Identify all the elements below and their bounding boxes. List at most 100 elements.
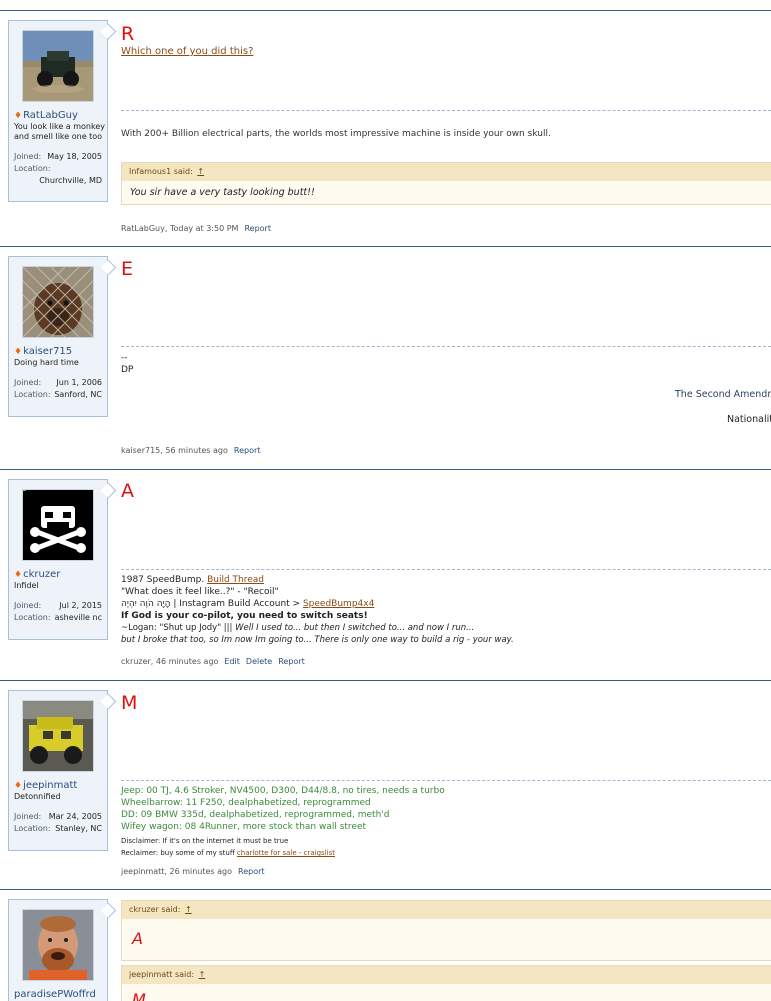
location-value[interactable]: Stanley, NC xyxy=(55,823,102,835)
signature-line-6: Reclaimer: buy some of my stuff charlott… xyxy=(121,848,335,858)
post-ratlabguy: ♦RatLabGuy You look like a monkey and sm… xyxy=(0,10,771,247)
report-link[interactable]: Report xyxy=(244,224,271,233)
joined-value: Jul 2, 2015 xyxy=(59,601,102,610)
report-link[interactable]: Report xyxy=(234,446,261,455)
joined-label: Joined: xyxy=(14,601,42,610)
signature-text: With 200+ Billion electrical parts, the … xyxy=(121,129,551,139)
quote-author: ckruzer said: xyxy=(129,905,181,914)
edit-link[interactable]: Edit xyxy=(224,657,240,666)
user-info: Joined: Mar 24, 2005 Location: Stanley, … xyxy=(14,811,102,835)
post-meta: kaiser715, 56 minutes ago Report xyxy=(121,446,260,455)
signature-divider xyxy=(121,780,771,781)
username[interactable]: ♦kaiser715 xyxy=(14,346,107,357)
user-title: Detonnified xyxy=(14,792,61,801)
username[interactable]: ♦jeepinmatt xyxy=(14,780,107,791)
username-text[interactable]: RatLabGuy xyxy=(23,110,78,121)
joined-row: Joined: Jun 1, 2006 xyxy=(14,377,102,389)
quote-block: Infamous1 said: ↑ You sir have a very ta… xyxy=(121,162,771,205)
joined-value: Jun 1, 2006 xyxy=(56,378,102,387)
post-author-date[interactable]: RatLabGuy, Today at 3:50 PM xyxy=(121,224,238,233)
report-link[interactable]: Report xyxy=(278,657,305,666)
signature-line-4: If God is your co-pilot, you need to swi… xyxy=(121,611,368,621)
quote-text: You sir have a very tasty looking butt!! xyxy=(122,181,771,204)
username[interactable]: paradisePWoffrd xyxy=(14,989,107,1000)
post-author-date[interactable]: ckruzer, 46 minutes ago xyxy=(121,657,218,666)
instagram-link[interactable]: SpeedBump4x4 xyxy=(303,599,374,609)
signature-line-1-text: 1987 SpeedBump. xyxy=(121,575,208,585)
location-label: Location: xyxy=(14,390,51,399)
flame-icon: ♦ xyxy=(14,347,23,357)
avatar[interactable] xyxy=(22,700,94,772)
location-row: Location: asheville nc xyxy=(14,612,102,624)
username[interactable]: ♦RatLabGuy xyxy=(14,110,107,121)
username-text[interactable]: jeepinmatt xyxy=(23,780,77,791)
username[interactable]: ♦ckruzer xyxy=(14,569,107,580)
signature-line-4: Wifey wagon: 08 4Runner, more stock than… xyxy=(121,822,367,832)
avatar-image xyxy=(23,267,93,337)
avatar[interactable] xyxy=(22,266,94,338)
delete-link[interactable]: Delete xyxy=(246,657,272,666)
location-row: Location: xyxy=(14,163,102,175)
location-row: Location: Sanford, NC xyxy=(14,389,102,401)
quote-block-1: ckruzer said: ↑ A xyxy=(121,900,771,961)
post-kaiser715: ♦kaiser715 Doing hard time Joined: Jun 1… xyxy=(0,246,771,470)
post-jeepinmatt: ♦jeepinmatt Detonnified Joined: Mar 24, … xyxy=(0,680,771,890)
signature-dp: DP xyxy=(121,365,134,375)
quote-author: jeepinmatt said: xyxy=(129,970,195,979)
quote-header: ckruzer said: ↑ xyxy=(122,901,771,919)
build-thread-link[interactable]: Build Thread xyxy=(207,575,264,585)
user-info-panel: ♦kaiser715 Doing hard time Joined: Jun 1… xyxy=(8,256,108,417)
quote-jump-link[interactable]: ↑ xyxy=(197,167,204,176)
user-title: Doing hard time xyxy=(14,358,79,367)
signature-line-2: "What does it feel like..?" - "Recoil" xyxy=(121,587,279,597)
joined-row: Joined: May 18, 2005 xyxy=(14,151,102,163)
post-meta: RatLabGuy, Today at 3:50 PM Report xyxy=(121,224,271,233)
signature-line-5: Disclaimer: If it's on the internet it m… xyxy=(121,837,289,845)
signature-line-2: Wheelbarrow: 11 F250, dealphabetized, re… xyxy=(121,798,371,808)
user-title: You look like a monkey and smell like on… xyxy=(14,122,105,141)
post-author-date[interactable]: jeepinmatt, 26 minutes ago xyxy=(121,867,232,876)
post-meta: ckruzer, 46 minutes ago Edit Delete Report xyxy=(121,657,305,666)
craigslist-link[interactable]: charlotte for sale - craigslist xyxy=(237,849,335,857)
user-info-panel: paradisePWoffrd xyxy=(8,899,108,1001)
joined-value: May 18, 2005 xyxy=(47,152,102,161)
user-info: Joined: May 18, 2005 Location: Churchvil… xyxy=(14,151,102,187)
signature-nationality: Nationalit xyxy=(727,414,771,425)
location-value[interactable]: Churchville, MD xyxy=(14,175,102,187)
user-info-panel: ♦RatLabGuy You look like a monkey and sm… xyxy=(8,20,108,202)
flame-icon: ♦ xyxy=(14,781,23,791)
flame-icon: ♦ xyxy=(14,111,23,121)
location-value[interactable]: Sanford, NC xyxy=(54,389,102,401)
username-text[interactable]: paradisePWoffrd xyxy=(14,989,96,1000)
signature-line-5: ~Logan: "Shut up Jody" ||| Well I used t… xyxy=(121,622,474,635)
user-info-panel: ♦jeepinmatt Detonnified Joined: Mar 24, … xyxy=(8,690,108,851)
avatar-image xyxy=(23,701,93,771)
signature-divider xyxy=(121,569,771,570)
joined-row: Joined: Mar 24, 2005 xyxy=(14,811,102,823)
location-value[interactable]: asheville nc xyxy=(55,612,102,624)
signature-line-5-italic: Well I used to... but then I switched to… xyxy=(235,623,475,633)
post-author-date[interactable]: kaiser715, 56 minutes ago xyxy=(121,446,228,455)
quote-text: M xyxy=(122,984,771,1001)
quote-jump-link[interactable]: ↑ xyxy=(199,970,206,979)
quote-header: Infamous1 said: ↑ xyxy=(122,163,771,181)
avatar[interactable] xyxy=(22,489,94,561)
username-text[interactable]: kaiser715 xyxy=(23,346,72,357)
avatar-image xyxy=(23,31,93,101)
message-link[interactable]: Which one of you did this? xyxy=(121,46,253,57)
quote-jump-link[interactable]: ↑ xyxy=(185,905,192,914)
user-info-panel: ♦ckruzer Infidel Joined: Jul 2, 2015 Loc… xyxy=(8,479,108,640)
message-letter: E xyxy=(121,258,134,280)
report-link[interactable]: Report xyxy=(238,867,265,876)
joined-row: Joined: Jul 2, 2015 xyxy=(14,600,102,612)
quote-header: jeepinmatt said: ↑ xyxy=(122,966,771,984)
quote-block-2: jeepinmatt said: ↑ M xyxy=(121,965,771,1001)
signature-line-6: but I broke that too, so Im now Im going… xyxy=(121,635,514,645)
signature-divider xyxy=(121,110,771,111)
user-info: Joined: Jul 2, 2015 Location: asheville … xyxy=(14,600,102,624)
username-text[interactable]: ckruzer xyxy=(23,569,60,580)
location-label: Location: xyxy=(14,613,51,622)
post-meta: jeepinmatt, 26 minutes ago Report xyxy=(121,867,265,876)
avatar[interactable] xyxy=(22,909,94,981)
avatar[interactable] xyxy=(22,30,94,102)
